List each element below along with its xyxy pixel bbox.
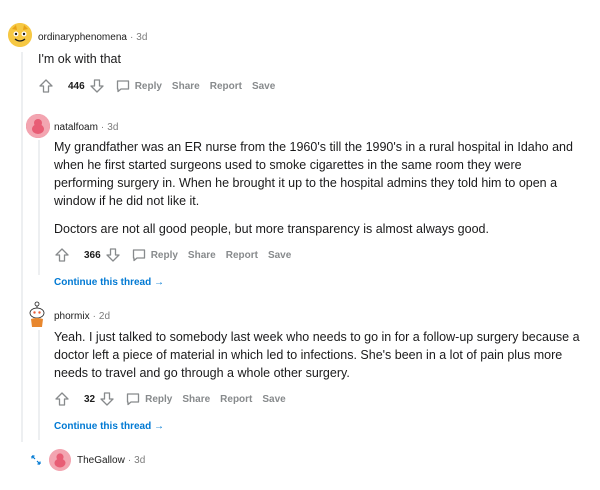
snoo-avatar-icon bbox=[49, 449, 71, 471]
comment-actions: 32 Reply Share Report Save bbox=[54, 389, 296, 409]
vote-count: 446 bbox=[68, 80, 85, 92]
downvote-button[interactable] bbox=[89, 78, 105, 94]
reply-button[interactable]: Reply bbox=[125, 391, 172, 407]
username[interactable]: ordinaryphenomena bbox=[38, 32, 127, 43]
timestamp[interactable]: 2d bbox=[99, 311, 110, 322]
upvote-button[interactable] bbox=[38, 78, 54, 94]
comment-paragraph: I'm ok with that bbox=[38, 52, 121, 66]
comment-header: natalfoam · 3d bbox=[54, 117, 118, 137]
separator: · bbox=[92, 310, 96, 322]
report-button[interactable]: Report bbox=[226, 250, 258, 261]
speech-bubble-icon bbox=[126, 393, 140, 406]
timestamp[interactable]: 3d bbox=[134, 455, 145, 466]
avatar[interactable] bbox=[8, 23, 32, 47]
timestamp[interactable]: 3d bbox=[136, 32, 147, 43]
comment-body: Yeah. I just talked to somebody last wee… bbox=[54, 328, 584, 392]
avatar[interactable] bbox=[26, 300, 48, 328]
separator: · bbox=[127, 454, 132, 466]
arrow-down-icon bbox=[100, 392, 114, 406]
share-button[interactable]: Share bbox=[182, 394, 210, 405]
thread-line[interactable] bbox=[21, 52, 23, 442]
downvote-button[interactable] bbox=[99, 391, 115, 407]
report-button[interactable]: Report bbox=[220, 394, 252, 405]
expand-arrows-icon[interactable] bbox=[30, 453, 42, 471]
reply-label: Reply bbox=[150, 249, 178, 261]
reply-button[interactable]: Reply bbox=[115, 78, 162, 94]
comment-body: I'm ok with that bbox=[38, 50, 578, 78]
comment-body: My grandfather was an ER nurse from the … bbox=[54, 138, 584, 248]
username[interactable]: phormix bbox=[54, 311, 90, 322]
save-button[interactable]: Save bbox=[252, 81, 275, 92]
share-button[interactable]: Share bbox=[188, 250, 216, 261]
avatar[interactable] bbox=[49, 449, 71, 471]
reply-label: Reply bbox=[145, 393, 173, 405]
report-button[interactable]: Report bbox=[210, 81, 242, 92]
save-button[interactable]: Save bbox=[268, 250, 291, 261]
snoo-avatar-icon bbox=[8, 23, 32, 47]
avatar[interactable] bbox=[26, 114, 50, 138]
username[interactable]: TheGallow bbox=[77, 455, 125, 466]
comment-paragraph: Yeah. I just talked to somebody last wee… bbox=[54, 330, 580, 380]
thread-line[interactable] bbox=[38, 330, 40, 440]
speech-bubble-icon bbox=[116, 80, 129, 93]
snoo-avatar-icon bbox=[29, 301, 45, 327]
arrow-up-icon bbox=[55, 248, 69, 262]
arrow-up-icon bbox=[39, 79, 53, 93]
arrow-down-icon bbox=[106, 248, 120, 262]
comment-header: phormix · 2d bbox=[54, 306, 110, 326]
comment-actions: 446 Reply Share Report Save bbox=[38, 76, 285, 96]
comment-header: TheGallow · 3d bbox=[77, 450, 145, 470]
vote-count: 32 bbox=[84, 393, 96, 405]
comment-paragraph: Doctors are not all good people, but mor… bbox=[54, 222, 489, 236]
downvote-button[interactable] bbox=[105, 247, 121, 263]
separator: · bbox=[100, 121, 105, 133]
arrow-up-icon bbox=[55, 392, 69, 406]
upvote-button[interactable] bbox=[54, 247, 70, 263]
speech-bubble-icon bbox=[132, 249, 145, 262]
comment-actions: 366 Reply Share Report Save bbox=[54, 245, 301, 265]
continue-thread-link[interactable]: Continue this thread → bbox=[54, 421, 164, 432]
comment-paragraph: My grandfather was an ER nurse from the … bbox=[54, 140, 573, 208]
reply-button[interactable]: Reply bbox=[131, 247, 178, 263]
continue-thread-link[interactable]: Continue this thread → bbox=[54, 277, 164, 288]
save-button[interactable]: Save bbox=[262, 394, 285, 405]
comment-header: ordinaryphenomena · 3d bbox=[38, 27, 147, 47]
snoo-avatar-icon bbox=[26, 114, 50, 138]
upvote-button[interactable] bbox=[54, 391, 70, 407]
vote-count: 366 bbox=[84, 249, 101, 261]
separator: · bbox=[129, 31, 134, 43]
arrow-down-icon bbox=[90, 79, 104, 93]
thread-line[interactable] bbox=[38, 140, 40, 275]
reply-label: Reply bbox=[134, 80, 162, 92]
username[interactable]: natalfoam bbox=[54, 122, 98, 133]
timestamp[interactable]: 3d bbox=[107, 122, 118, 133]
share-button[interactable]: Share bbox=[172, 81, 200, 92]
